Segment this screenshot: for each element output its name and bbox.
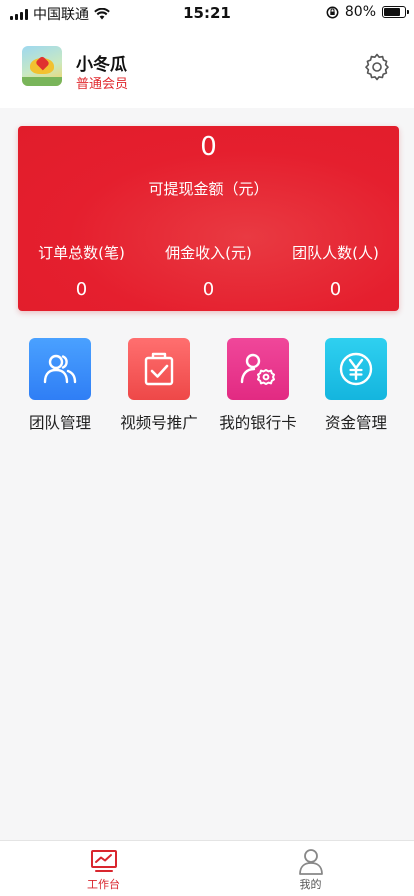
tab-label: 工作台 bbox=[87, 878, 120, 891]
membership-level: 普通会员 bbox=[76, 77, 129, 92]
shortcut-label: 我的银行卡 bbox=[219, 414, 297, 432]
shortcut-label: 资金管理 bbox=[324, 414, 387, 432]
stat-label: 佣金收入(元) bbox=[165, 244, 252, 262]
team-icon bbox=[29, 338, 91, 400]
balance-card: 0 可提现金额（元） 订单总数(笔) 0 佣金收入(元) 0 团队人数(人) 0 bbox=[18, 126, 399, 311]
yuan-coin-icon bbox=[325, 338, 387, 400]
shortcut-video-promotion[interactable]: 视频号推广 bbox=[109, 338, 209, 433]
stat-commission[interactable]: 佣金收入(元) 0 bbox=[145, 242, 272, 300]
shortcut-fund-management[interactable]: 资金管理 bbox=[306, 338, 406, 433]
clipboard-check-icon bbox=[128, 338, 190, 400]
username: 小冬瓜 bbox=[76, 55, 127, 75]
stat-label: 团队人数(人) bbox=[292, 244, 379, 262]
tab-label: 我的 bbox=[299, 878, 322, 891]
shortcut-label: 团队管理 bbox=[28, 414, 91, 432]
avatar[interactable] bbox=[22, 46, 62, 86]
status-bar: 中国联通 15:21 80% bbox=[0, 0, 414, 26]
dashboard-chart-icon bbox=[90, 850, 117, 872]
status-right: 80% bbox=[326, 4, 409, 20]
tab-mine[interactable]: 我的 bbox=[207, 841, 414, 896]
tab-workbench[interactable]: 工作台 bbox=[0, 841, 207, 896]
stat-team-size[interactable]: 团队人数(人) 0 bbox=[272, 242, 399, 300]
withdrawable-amount: 0 bbox=[200, 132, 217, 162]
stat-value: 0 bbox=[202, 279, 215, 300]
withdrawable-label: 可提现金额（元） bbox=[148, 180, 269, 198]
profile-header: 小冬瓜 普通会员 bbox=[0, 26, 414, 108]
person-icon bbox=[298, 849, 323, 875]
stat-value: 0 bbox=[329, 279, 342, 300]
settings-button[interactable] bbox=[362, 52, 392, 82]
user-settings-icon bbox=[227, 338, 289, 400]
stat-order-count[interactable]: 订单总数(笔) 0 bbox=[18, 242, 145, 300]
orientation-lock-icon bbox=[326, 6, 339, 18]
shortcut-label: 视频号推广 bbox=[120, 414, 198, 432]
stat-value: 0 bbox=[75, 279, 88, 300]
shortcut-bank-card[interactable]: 我的银行卡 bbox=[208, 338, 308, 433]
battery-level bbox=[384, 8, 400, 16]
stat-label: 订单总数(笔) bbox=[38, 244, 125, 262]
battery-percent: 80% bbox=[344, 4, 376, 20]
bottom-tab-bar: 工作台 我的 bbox=[0, 840, 414, 896]
battery-icon bbox=[382, 6, 409, 18]
shortcut-team-management[interactable]: 团队管理 bbox=[10, 338, 110, 433]
gear-icon bbox=[365, 53, 389, 81]
